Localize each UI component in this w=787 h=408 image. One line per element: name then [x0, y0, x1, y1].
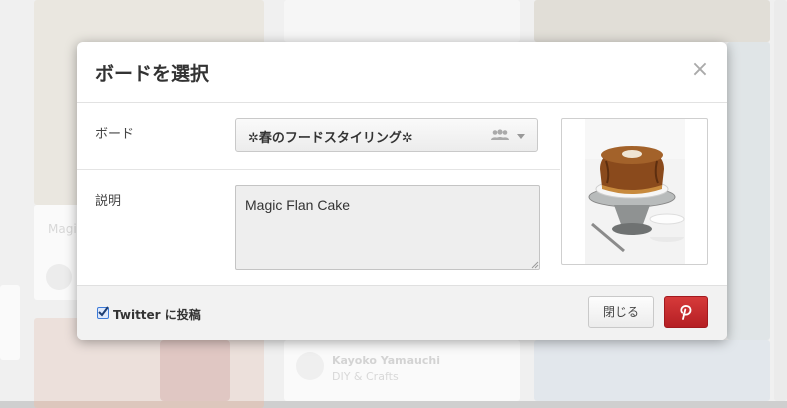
dialog-title: ボードを選択: [95, 63, 210, 85]
select-board-dialog: ボードを選択 × ボード ✲春のフードスタイリング✲ 説明 Magic Flan…: [77, 42, 727, 340]
row-divider: [77, 169, 560, 170]
dialog-header: ボードを選択 ×: [77, 42, 727, 103]
checkmark-icon: [98, 306, 109, 317]
board-select-dropdown[interactable]: ✲春のフードスタイリング✲: [235, 118, 538, 152]
pin-image-preview: [561, 118, 708, 265]
group-board-icon: [491, 129, 509, 140]
twitter-checkbox-label[interactable]: Twitter に投稿: [113, 306, 201, 323]
description-textarea[interactable]: Magic Flan Cake: [235, 185, 540, 270]
twitter-checkbox[interactable]: [97, 306, 109, 319]
close-icon[interactable]: ×: [689, 58, 711, 82]
board-label: ボード: [95, 127, 135, 142]
resize-handle-icon[interactable]: [531, 261, 539, 269]
pinterest-p-icon: [680, 305, 692, 320]
close-button[interactable]: 閉じる: [588, 296, 654, 328]
selected-board-name: ✲春のフードスタイリング✲: [248, 131, 413, 146]
pin-it-button[interactable]: [664, 296, 708, 328]
flan-cake-image: [585, 119, 685, 264]
chevron-down-icon: [517, 134, 525, 139]
description-label: 説明: [95, 194, 122, 209]
dialog-footer: Twitter に投稿 閉じる: [77, 285, 727, 340]
